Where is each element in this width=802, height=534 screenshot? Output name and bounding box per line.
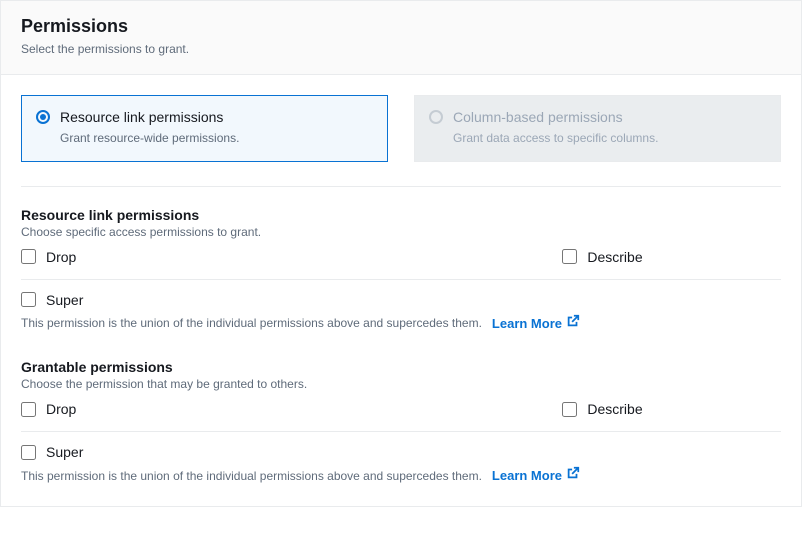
section-grantable: Grantable permissions Choose the permiss…	[21, 359, 781, 486]
checkbox-label[interactable]: Describe	[587, 249, 642, 265]
external-link-icon	[566, 314, 580, 334]
checkbox-input[interactable]	[21, 292, 36, 307]
checkbox-describe[interactable]: Describe	[562, 401, 642, 417]
learn-more-label: Learn More	[492, 314, 562, 334]
section-resource-link: Resource link permissions Choose specifi…	[21, 207, 781, 334]
permission-type-tiles: Resource link permissions Grant resource…	[21, 95, 781, 161]
section-sub: Choose the permission that may be grante…	[21, 377, 781, 391]
tile-desc: Grant data access to specific columns.	[453, 130, 658, 147]
permissions-panel: Permissions Select the permissions to gr…	[0, 0, 802, 507]
learn-more-label: Learn More	[492, 466, 562, 486]
checkbox-describe[interactable]: Describe	[562, 249, 642, 265]
learn-more-link[interactable]: Learn More	[492, 314, 580, 334]
checkbox-label[interactable]: Drop	[46, 401, 76, 417]
checkbox-input[interactable]	[562, 402, 577, 417]
learn-more-link[interactable]: Learn More	[492, 466, 580, 486]
super-note: This permission is the union of the indi…	[21, 314, 781, 334]
tile-column-based: Column-based permissions Grant data acce…	[414, 95, 781, 161]
checkbox-drop[interactable]: Drop	[21, 401, 76, 417]
checkbox-super[interactable]: Super	[21, 444, 83, 460]
panel-body: Resource link permissions Grant resource…	[1, 75, 801, 505]
section-sub: Choose specific access permissions to gr…	[21, 225, 781, 239]
checkbox-super[interactable]: Super	[21, 292, 83, 308]
checkbox-label[interactable]: Super	[46, 292, 83, 308]
tile-label: Column-based permissions	[453, 108, 658, 128]
super-note: This permission is the union of the indi…	[21, 466, 781, 486]
checkbox-input[interactable]	[21, 445, 36, 460]
panel-subtitle: Select the permissions to grant.	[21, 41, 781, 58]
divider	[21, 186, 781, 187]
tile-label: Resource link permissions	[60, 108, 239, 128]
divider	[21, 431, 781, 432]
super-note-text: This permission is the union of the indi…	[21, 467, 482, 485]
external-link-icon	[566, 466, 580, 486]
checkbox-label[interactable]: Drop	[46, 249, 76, 265]
checkbox-label[interactable]: Super	[46, 444, 83, 460]
panel-title: Permissions	[21, 15, 781, 38]
tile-resource-link[interactable]: Resource link permissions Grant resource…	[21, 95, 388, 161]
checkbox-drop[interactable]: Drop	[21, 249, 76, 265]
checkbox-input[interactable]	[21, 402, 36, 417]
panel-header: Permissions Select the permissions to gr…	[1, 1, 801, 75]
checkbox-input[interactable]	[562, 249, 577, 264]
tile-desc: Grant resource-wide permissions.	[60, 130, 239, 147]
checkbox-label[interactable]: Describe	[587, 401, 642, 417]
section-title: Grantable permissions	[21, 359, 781, 375]
divider	[21, 279, 781, 280]
checkbox-input[interactable]	[21, 249, 36, 264]
radio-icon-selected	[36, 110, 50, 124]
super-note-text: This permission is the union of the indi…	[21, 314, 482, 332]
radio-icon-disabled	[429, 110, 443, 124]
section-title: Resource link permissions	[21, 207, 781, 223]
